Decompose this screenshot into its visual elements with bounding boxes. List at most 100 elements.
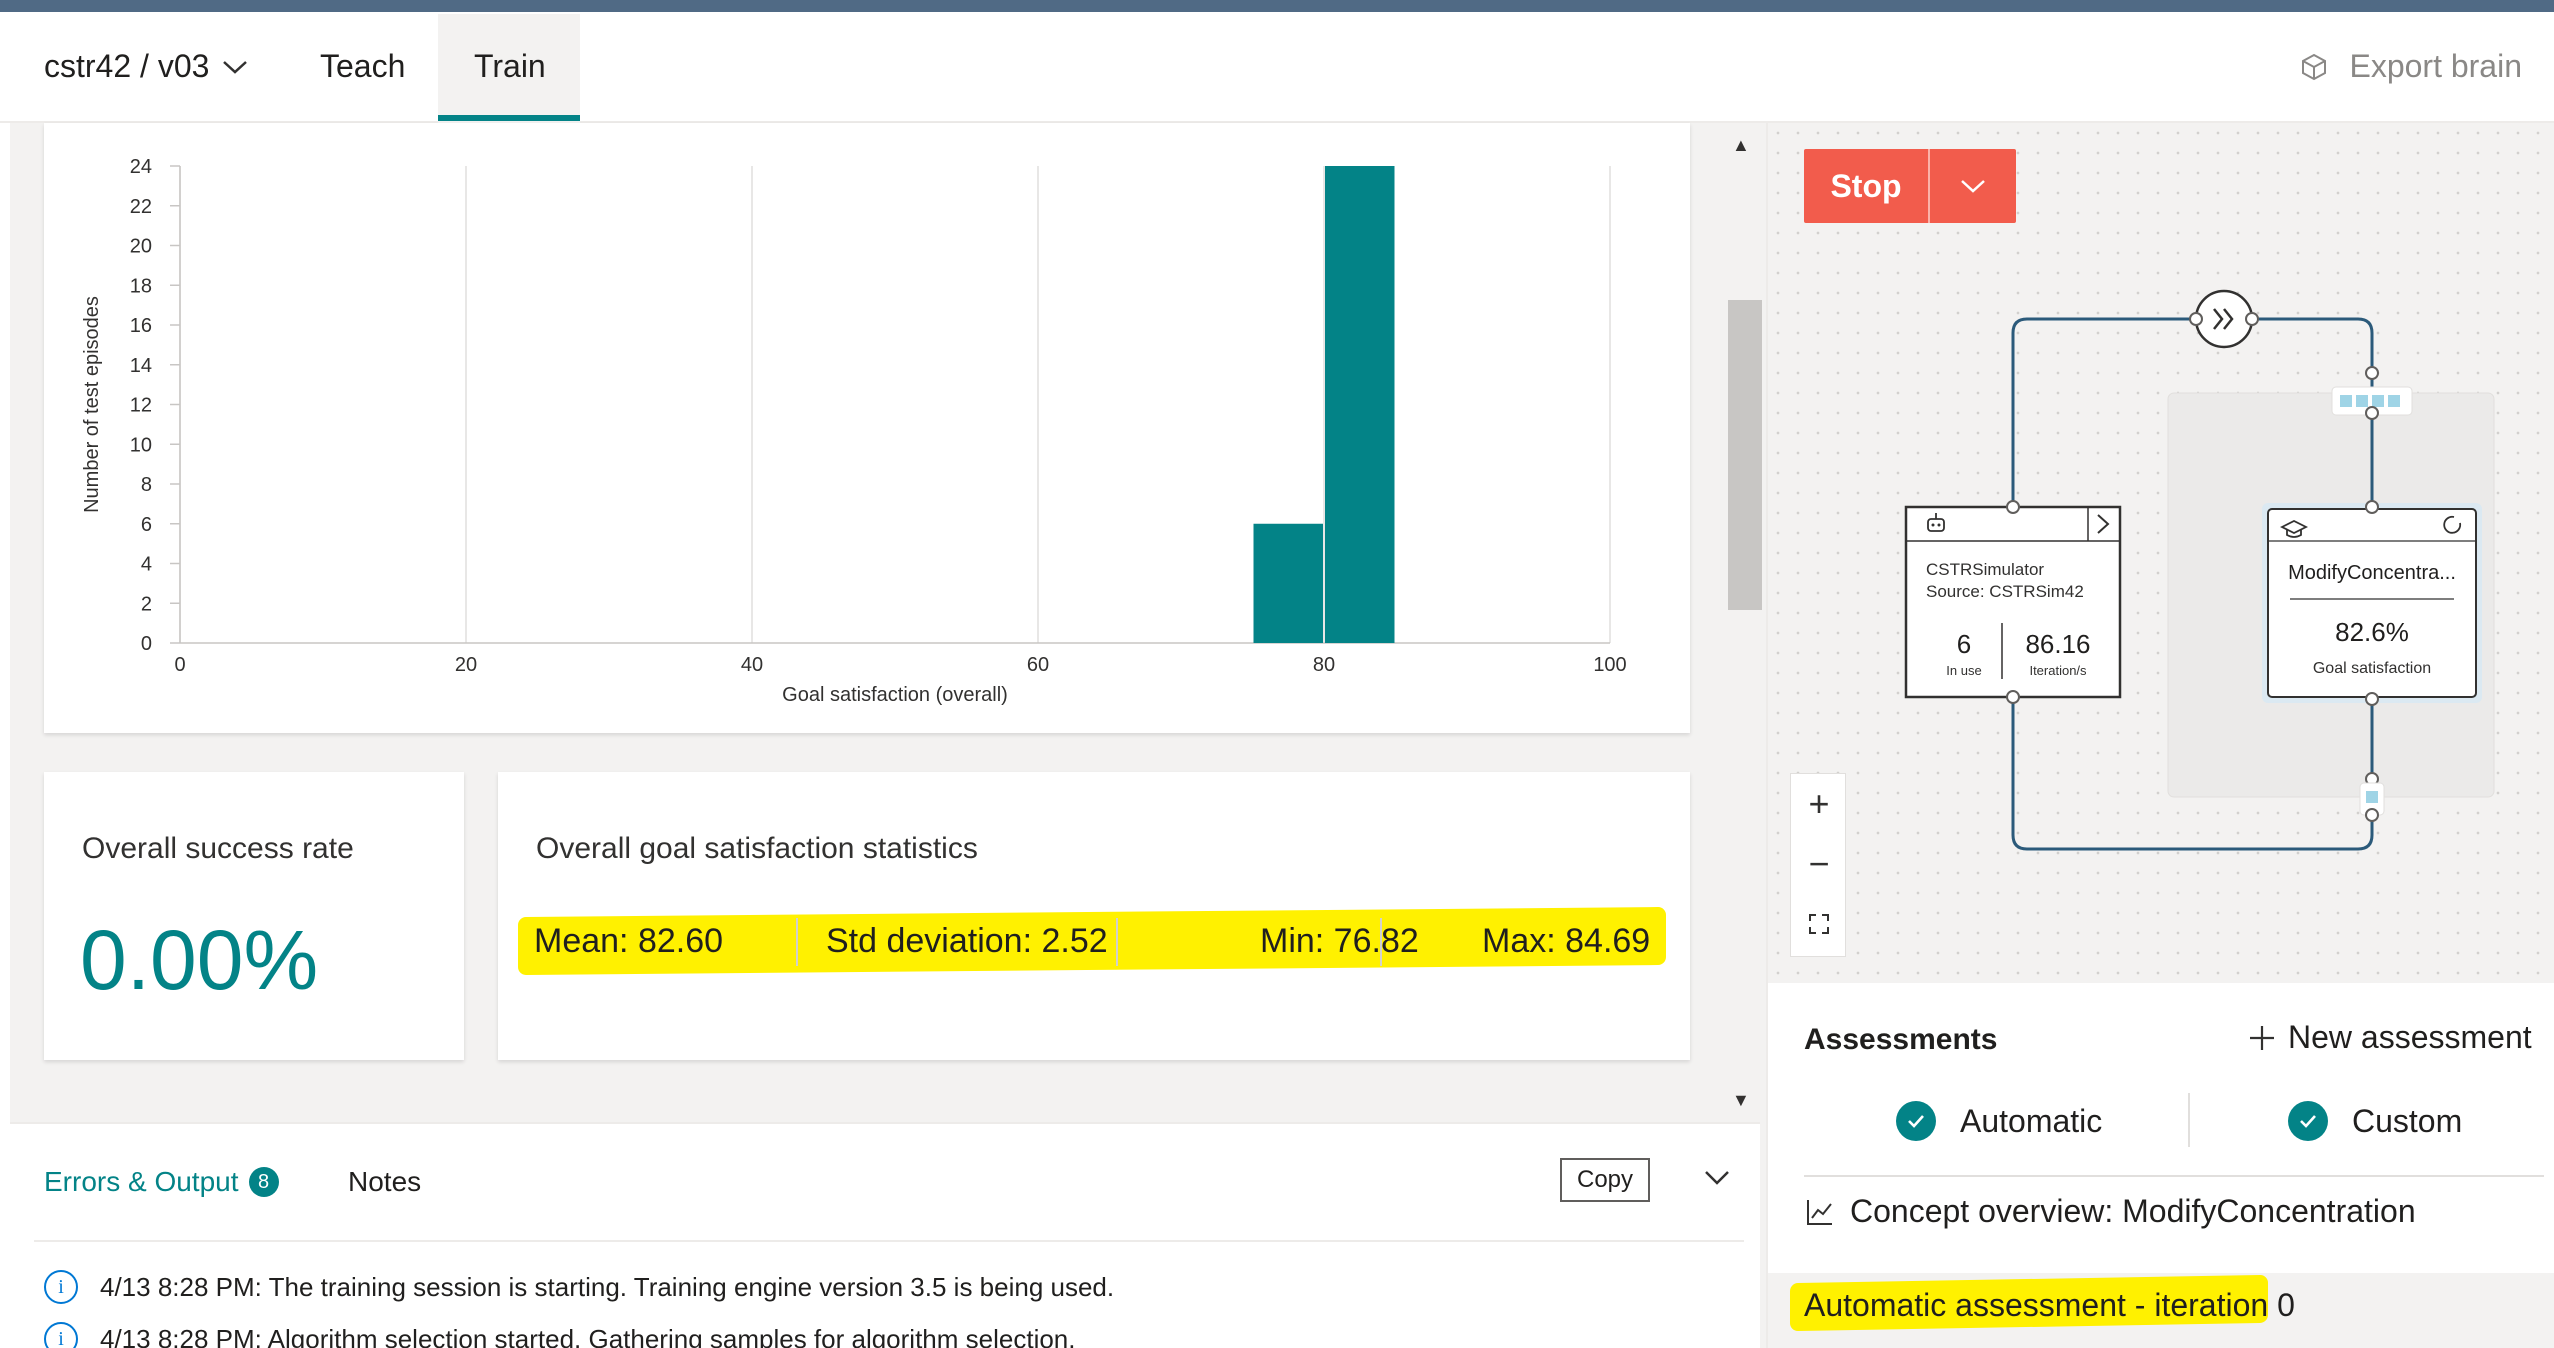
port [2365, 406, 2379, 420]
log-entry: i 4/13 8:28 PM: The training session is … [44, 1270, 1114, 1304]
x-tick-label: 20 [455, 654, 477, 676]
assessment-list-item[interactable]: Automatic assessment - iteration 0 [1768, 1273, 2554, 1348]
x-tick-label: 0 [174, 654, 185, 676]
export-brain-label: Export brain [2349, 48, 2522, 84]
output-panel: Errors & Output 8 Notes Copy i 4/13 8:28… [10, 1122, 1760, 1348]
stat-min: Min: 76.82 [1260, 922, 1419, 960]
loop-node[interactable] [2194, 289, 2254, 349]
line-chart-icon [1807, 1199, 1832, 1225]
cube-icon [2302, 53, 2327, 80]
y-tick-label: 0 [141, 633, 152, 655]
fit-view-button[interactable] [1791, 894, 1847, 954]
x-tick-label: 60 [1027, 654, 1049, 676]
y-tick-label: 18 [130, 275, 152, 297]
concept-goal-label: Goal satisfaction [2313, 660, 2431, 677]
scroll-up-arrow[interactable]: ▲ [1732, 135, 1750, 156]
y-tick-label: 8 [141, 474, 152, 496]
simulator-rate-value: 86.16 [2025, 629, 2090, 659]
brain-graph: CSTRSimulator Source: CSTRSim42 6 In use… [1904, 289, 2495, 851]
info-icon: i [44, 1270, 78, 1304]
project-name: cstr42 / v03 [44, 48, 210, 84]
success-rate-title: Overall success rate [82, 832, 354, 865]
divider [34, 1240, 1744, 1242]
log-entry: i 4/13 8:28 PM: Algorithm selection star… [44, 1322, 1075, 1348]
port [2365, 500, 2379, 514]
chevron-down-icon[interactable] [1700, 1160, 1734, 1194]
custom-label: Custom [2352, 1102, 2463, 1139]
tab-notes[interactable]: Notes [348, 1166, 421, 1198]
x-tick-label: 80 [1313, 654, 1335, 676]
port [2365, 366, 2379, 380]
histogram-bar [1325, 166, 1395, 643]
y-tick-label: 2 [141, 593, 152, 615]
concept-overview-link[interactable]: Concept overview: ModifyConcentration [1804, 1193, 2416, 1230]
concept-name: ModifyConcentra... [2288, 562, 2456, 584]
export-brain-button[interactable]: Export brain [2299, 48, 2522, 85]
stat-separator [1380, 918, 1382, 966]
goal-stats-card: Overall goal satisfaction statistics Mea… [498, 772, 1690, 1060]
automatic-label: Automatic [1960, 1102, 2103, 1139]
concept-overview-label: Concept overview: ModifyConcentration [1850, 1193, 2416, 1229]
stop-options-button[interactable] [1930, 149, 2016, 223]
y-tick-label: 20 [130, 236, 152, 258]
tab-errors-output[interactable]: Errors & Output 8 [44, 1166, 279, 1198]
goal-stats-title: Overall goal satisfaction statistics [536, 832, 978, 865]
histogram-bar [1253, 523, 1323, 643]
plus-icon [2250, 1025, 2274, 1050]
stat-max: Max: 84.69 [1482, 922, 1651, 960]
action-cell [2366, 791, 2378, 803]
tab-teach[interactable]: Teach [320, 48, 405, 85]
automatic-filter[interactable]: Automatic [1896, 1101, 2102, 1141]
success-rate-card: Overall success rate 0.00% [44, 772, 464, 1060]
simulator-source: Source: CSTRSim42 [1926, 582, 2084, 601]
state-cell [2372, 395, 2384, 407]
y-tick-label: 10 [130, 434, 152, 456]
project-selector[interactable]: cstr42 / v03 [44, 48, 249, 85]
stat-std: Std deviation: 2.52 [826, 922, 1108, 960]
zoom-in-button[interactable]: + [1791, 774, 1847, 834]
port [2189, 312, 2203, 326]
concept-goal-value: 82.6% [2335, 617, 2409, 647]
active-tab-indicator [438, 115, 580, 121]
scroll-down-arrow[interactable]: ▼ [1732, 1090, 1750, 1111]
assessments-title: Assessments [1804, 1023, 1998, 1056]
simulator-in-use-label: In use [1946, 663, 1981, 678]
log-text: 4/13 8:28 PM: The training session is st… [100, 1271, 1115, 1302]
scrollbar-thumb[interactable] [1728, 300, 1762, 610]
simulator-rate-label: Iteration/s [2029, 663, 2087, 678]
divider [1804, 1175, 2544, 1177]
log-text: 4/13 8:28 PM: Algorithm selection starte… [100, 1323, 1076, 1348]
port [2365, 692, 2379, 706]
y-axis-label: Number of test episodes [81, 296, 103, 513]
state-cell [2388, 395, 2400, 407]
x-tick-label: 40 [741, 654, 763, 676]
success-rate-value: 0.00% [80, 913, 319, 1007]
y-tick-label: 12 [130, 395, 152, 417]
custom-filter[interactable]: Custom [2288, 1101, 2462, 1141]
checkmark-icon [2288, 1101, 2328, 1141]
tab-train[interactable]: Train [474, 48, 546, 85]
checkmark-icon [1896, 1101, 1936, 1141]
simulator-in-use-value: 6 [1957, 629, 1971, 659]
errors-count-badge: 8 [248, 1167, 279, 1197]
x-tick-label: 100 [1593, 654, 1626, 676]
port [2245, 312, 2259, 326]
y-tick-label: 14 [130, 355, 152, 377]
state-cell [2340, 395, 2352, 407]
stop-button-group: Stop [1804, 149, 2016, 223]
new-assessment-button[interactable]: New assessment [2248, 1019, 2532, 1056]
stop-button[interactable]: Stop [1804, 149, 1928, 223]
top-accent-bar [0, 0, 2554, 12]
zoom-out-button[interactable]: − [1791, 834, 1847, 894]
y-tick-label: 6 [141, 514, 152, 536]
chevron-down-icon [1961, 180, 1985, 193]
x-axis-label: Goal satisfaction (overall) [782, 684, 1008, 706]
divider [2188, 1093, 2190, 1147]
stat-separator [1116, 918, 1118, 966]
port [2006, 690, 2020, 704]
assessments-panel: Assessments New assessment Automatic Cus… [1768, 983, 2554, 1348]
simulator-name: CSTRSimulator [1926, 560, 2044, 579]
port [2365, 808, 2379, 822]
brain-graph-canvas: CSTRSimulator Source: CSTRSim42 6 In use… [1768, 123, 2554, 983]
copy-button[interactable]: Copy [1560, 1158, 1650, 1202]
